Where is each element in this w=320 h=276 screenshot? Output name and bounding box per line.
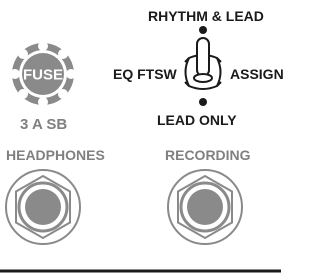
switch-left-label: EQ FTSW <box>113 66 177 82</box>
position-dot-bottom <box>199 98 207 106</box>
switch-right-label: ASSIGN <box>230 66 284 82</box>
position-dot-top <box>199 26 207 34</box>
headphones-jack[interactable] <box>5 169 81 245</box>
fuse-cap-label: FUSE <box>23 67 63 84</box>
fuse-holder[interactable]: FUSE <box>10 41 76 107</box>
recording-jack[interactable] <box>167 169 243 245</box>
recording-label: RECORDING <box>165 147 251 163</box>
toggle-lever[interactable] <box>196 37 210 77</box>
fuse-rating-label: 3 A SB <box>20 116 68 133</box>
headphones-label: HEADPHONES <box>6 147 105 163</box>
panel-artwork: FUSE <box>0 26 281 273</box>
rear-panel: FUSE RHYTHM & LEAD EQ FTSW ASSIGN LEAD O… <box>0 0 284 276</box>
toggle-switch[interactable] <box>184 26 222 106</box>
switch-bottom-label: LEAD ONLY <box>157 112 237 128</box>
switch-top-label: RHYTHM & LEAD <box>148 8 264 24</box>
